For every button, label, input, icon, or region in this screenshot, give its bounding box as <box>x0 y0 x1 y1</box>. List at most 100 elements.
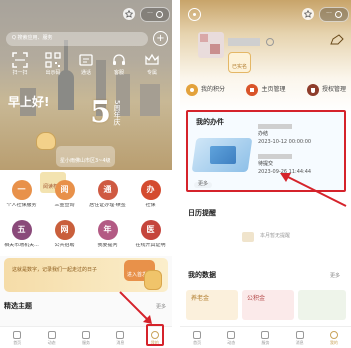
home-icon <box>13 330 22 339</box>
data-card-pension[interactable]: 养老金 <box>186 290 238 320</box>
call-button[interactable]: 通话 <box>72 52 100 88</box>
service-icon <box>261 330 270 339</box>
tab-feed[interactable]: 动态 <box>219 330 243 345</box>
service-label: 在线开具证明 <box>135 243 166 248</box>
service-item[interactable]: 年我要提问 <box>86 216 129 256</box>
left-screen: ··· Q 搜索应用、服务 + 扫一扫 出示码 通话 客服 专属 早上好! 5 … <box>0 0 172 348</box>
tab-feed[interactable]: 动态 <box>40 330 64 345</box>
my-tasks-more-link[interactable]: 更多 <box>194 181 213 188</box>
qrcode-button[interactable]: 出示码 <box>39 52 67 88</box>
points-icon <box>186 84 198 96</box>
points-button[interactable]: 我的积分 <box>186 82 225 98</box>
hero-banner: ··· Q 搜索应用、服务 + 扫一扫 出示码 通话 客服 专属 早上好! 5 … <box>0 0 172 170</box>
divider <box>172 0 180 348</box>
quick-actions: 我的积分 主页管理 授权管理 <box>186 82 346 98</box>
my-data-title: 我的数据 <box>188 271 216 279</box>
auth-manage-button[interactable]: 授权管理 <box>306 82 346 98</box>
headset-icon <box>113 54 125 65</box>
close-icon[interactable] <box>334 11 342 18</box>
promo-banner[interactable]: 这就是数字，记录我们一起走过的日子 进入首发号 <box>4 258 168 292</box>
service-icon: 五 <box>11 220 32 240</box>
folder-icon <box>210 146 236 164</box>
service-icon: 通 <box>97 180 118 200</box>
task-item[interactable]: 办结 2023-10-12 00:00:00 <box>258 124 342 152</box>
my-data-more-link[interactable]: 更多 <box>330 273 340 280</box>
phone-icon <box>79 54 93 66</box>
calendar-title: 日历提醒 <box>188 209 216 217</box>
exclusive-button[interactable]: 专属 <box>138 52 166 88</box>
scan-button[interactable]: 扫一扫 <box>6 52 34 88</box>
service-item[interactable]: 办社保 <box>129 176 172 216</box>
service-label: 个人社保服务 <box>6 203 37 208</box>
avatar[interactable] <box>198 32 224 58</box>
building <box>140 84 160 116</box>
scan-icon <box>12 52 28 68</box>
services-grid: 阅读权益 一个人社保服务阅三金查询通居住证办理·续签办社保五相关市场机关... 网… <box>0 170 172 256</box>
service-icon: 办 <box>140 180 161 200</box>
anniversary-logo: 5 5周年庆 <box>90 95 121 130</box>
mascot-icon <box>144 270 162 290</box>
section-title: 精选主题 <box>4 302 32 310</box>
more-icon[interactable]: ··· <box>147 11 153 18</box>
service-label: 居住证办理·续签 <box>89 203 126 208</box>
add-icon[interactable]: + <box>153 31 168 46</box>
calendar-empty: 本月暂无提醒 <box>186 224 346 250</box>
mascot-icon <box>36 132 56 150</box>
feed-icon <box>47 330 56 339</box>
settings-icon[interactable] <box>188 8 201 21</box>
my-tasks-title: 我的办件 <box>196 118 224 126</box>
crown-icon <box>145 53 159 65</box>
qrcode-icon <box>45 52 61 68</box>
star-icon[interactable] <box>302 8 314 20</box>
home-icon <box>193 330 202 339</box>
miniapp-capsule[interactable]: ··· <box>140 7 170 22</box>
data-card-housing-fund[interactable]: 公积金 <box>242 290 294 320</box>
tab-message[interactable]: 消息 <box>108 330 132 345</box>
message-icon <box>295 330 304 339</box>
hero-icon-row: 扫一扫 出示码 通话 客服 专属 <box>6 52 166 88</box>
message-icon <box>116 330 125 339</box>
tab-service[interactable]: 服务 <box>74 330 98 345</box>
feed-icon <box>227 330 236 339</box>
calendar-icon <box>241 232 254 242</box>
tab-message[interactable]: 消息 <box>288 330 312 345</box>
shield-icon <box>306 84 319 96</box>
greeting-text: 早上好! <box>8 95 50 109</box>
miniapp-capsule[interactable]: ··· <box>319 7 349 22</box>
service-item[interactable]: 网公共招聘 <box>43 216 86 256</box>
close-icon[interactable] <box>155 11 163 18</box>
home-icon <box>246 84 259 96</box>
arrow-icon <box>280 173 347 207</box>
service-item[interactable]: 一个人社保服务 <box>0 176 43 216</box>
gender-icon <box>266 38 274 46</box>
tab-home[interactable]: 首页 <box>5 330 29 345</box>
service-button[interactable]: 客服 <box>105 52 133 88</box>
service-label: 我要提问 <box>97 243 118 248</box>
search-input[interactable]: Q 搜索应用、服务 <box>6 32 148 46</box>
tab-bar: 首页 动态 服务 消息 我的 <box>180 326 351 348</box>
service-label: 公共招聘 <box>54 243 75 248</box>
service-item[interactable]: 阅三金查询 <box>43 176 86 216</box>
user-icon <box>329 330 338 339</box>
tab-home[interactable]: 首页 <box>185 330 209 345</box>
tab-user[interactable]: 我的 <box>322 330 346 345</box>
service-label: 三金查询 <box>54 203 75 208</box>
verified-badge: 已实名 <box>228 52 252 73</box>
service-item[interactable]: 五相关市场机关... <box>0 216 43 256</box>
user-name-masked <box>228 38 260 46</box>
service-item[interactable]: 医在线开具证明 <box>129 216 172 256</box>
service-icon: 一 <box>11 180 32 200</box>
homepage-manage-button[interactable]: 主页管理 <box>246 82 286 98</box>
data-card[interactable] <box>298 290 346 320</box>
tab-service[interactable]: 服务 <box>253 330 277 345</box>
right-screen: ··· 已实名 我的积分 主页管理 授权管理 我的办件 更多 办结 2023-1… <box>180 0 351 348</box>
service-icon <box>81 330 90 339</box>
edit-icon[interactable] <box>330 34 344 46</box>
service-label: 相关市场机关... <box>4 243 39 248</box>
service-label: 社保 <box>145 203 156 208</box>
service-item[interactable]: 通居住证办理·续签 <box>86 176 129 216</box>
more-icon[interactable]: ··· <box>326 11 332 18</box>
star-icon[interactable] <box>123 8 135 20</box>
service-icon: 阅 <box>54 180 75 200</box>
service-icon: 年 <box>97 220 118 240</box>
